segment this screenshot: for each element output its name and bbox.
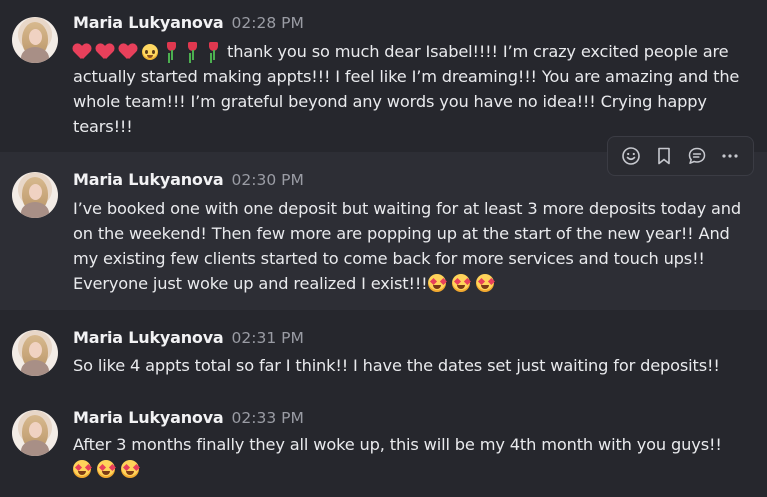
avatar[interactable] (12, 172, 58, 218)
avatar[interactable] (12, 410, 58, 456)
author-name[interactable]: Maria Lukyanova (73, 170, 224, 189)
red-heart-icon (119, 44, 137, 60)
pleading-face-icon (142, 44, 158, 60)
star-struck-icon (427, 274, 446, 292)
star-struck-icon (475, 274, 494, 292)
bookmark-icon (658, 147, 670, 165)
message-item[interactable]: Maria Lukyanova 02:33 PM After 3 months … (0, 392, 767, 497)
message-feed: Maria Lukyanova 02:28 PM thank you so mu… (0, 0, 767, 497)
timestamp[interactable]: 02:31 PM (232, 329, 304, 347)
message-hover-toolbar (607, 136, 754, 176)
more-options-icon (722, 154, 738, 158)
avatar[interactable] (12, 17, 58, 63)
more-options-button[interactable] (716, 142, 744, 170)
star-struck-icon (121, 460, 139, 478)
reply-thread-icon (688, 147, 706, 164)
message-header: Maria Lukyanova 02:28 PM (73, 13, 304, 35)
message-text: After 3 months finally they all woke up,… (73, 435, 722, 454)
message-header: Maria Lukyanova 02:30 PM (73, 170, 304, 192)
message-header: Maria Lukyanova 02:33 PM (73, 408, 304, 430)
reply-in-thread-button[interactable] (683, 142, 711, 170)
message-body: I’ve booked one with one deposit but wai… (73, 196, 745, 296)
avatar[interactable] (12, 330, 58, 376)
emoji-reaction-icon (621, 147, 640, 165)
timestamp[interactable]: 02:30 PM (232, 171, 304, 189)
author-name[interactable]: Maria Lukyanova (73, 408, 224, 427)
red-heart-icon (73, 44, 91, 60)
tulip-icon (164, 42, 178, 60)
message-body: So like 4 appts total so far I think!! I… (73, 353, 745, 378)
timestamp[interactable]: 02:28 PM (232, 14, 304, 32)
bookmark-button[interactable] (650, 142, 678, 170)
message-body: After 3 months finally they all woke up,… (73, 432, 745, 482)
star-struck-icon (97, 460, 115, 478)
message-body: thank you so much dear Isabel!!!! I’m cr… (73, 39, 745, 139)
star-struck-icon (73, 460, 91, 478)
red-heart-icon (96, 44, 114, 60)
message-item[interactable]: Maria Lukyanova 02:31 PM So like 4 appts… (0, 310, 767, 392)
add-reaction-button[interactable] (617, 142, 645, 170)
message-item[interactable]: Maria Lukyanova 02:28 PM thank you so mu… (0, 0, 767, 152)
author-name[interactable]: Maria Lukyanova (73, 328, 224, 347)
message-text: So like 4 appts total so far I think!! I… (73, 356, 720, 375)
message-header: Maria Lukyanova 02:31 PM (73, 328, 304, 350)
author-name[interactable]: Maria Lukyanova (73, 13, 224, 32)
tulip-icon (206, 42, 220, 60)
timestamp[interactable]: 02:33 PM (232, 409, 304, 427)
message-text: I’ve booked one with one deposit but wai… (73, 199, 742, 293)
tulip-icon (185, 42, 199, 60)
star-struck-icon (451, 274, 470, 292)
